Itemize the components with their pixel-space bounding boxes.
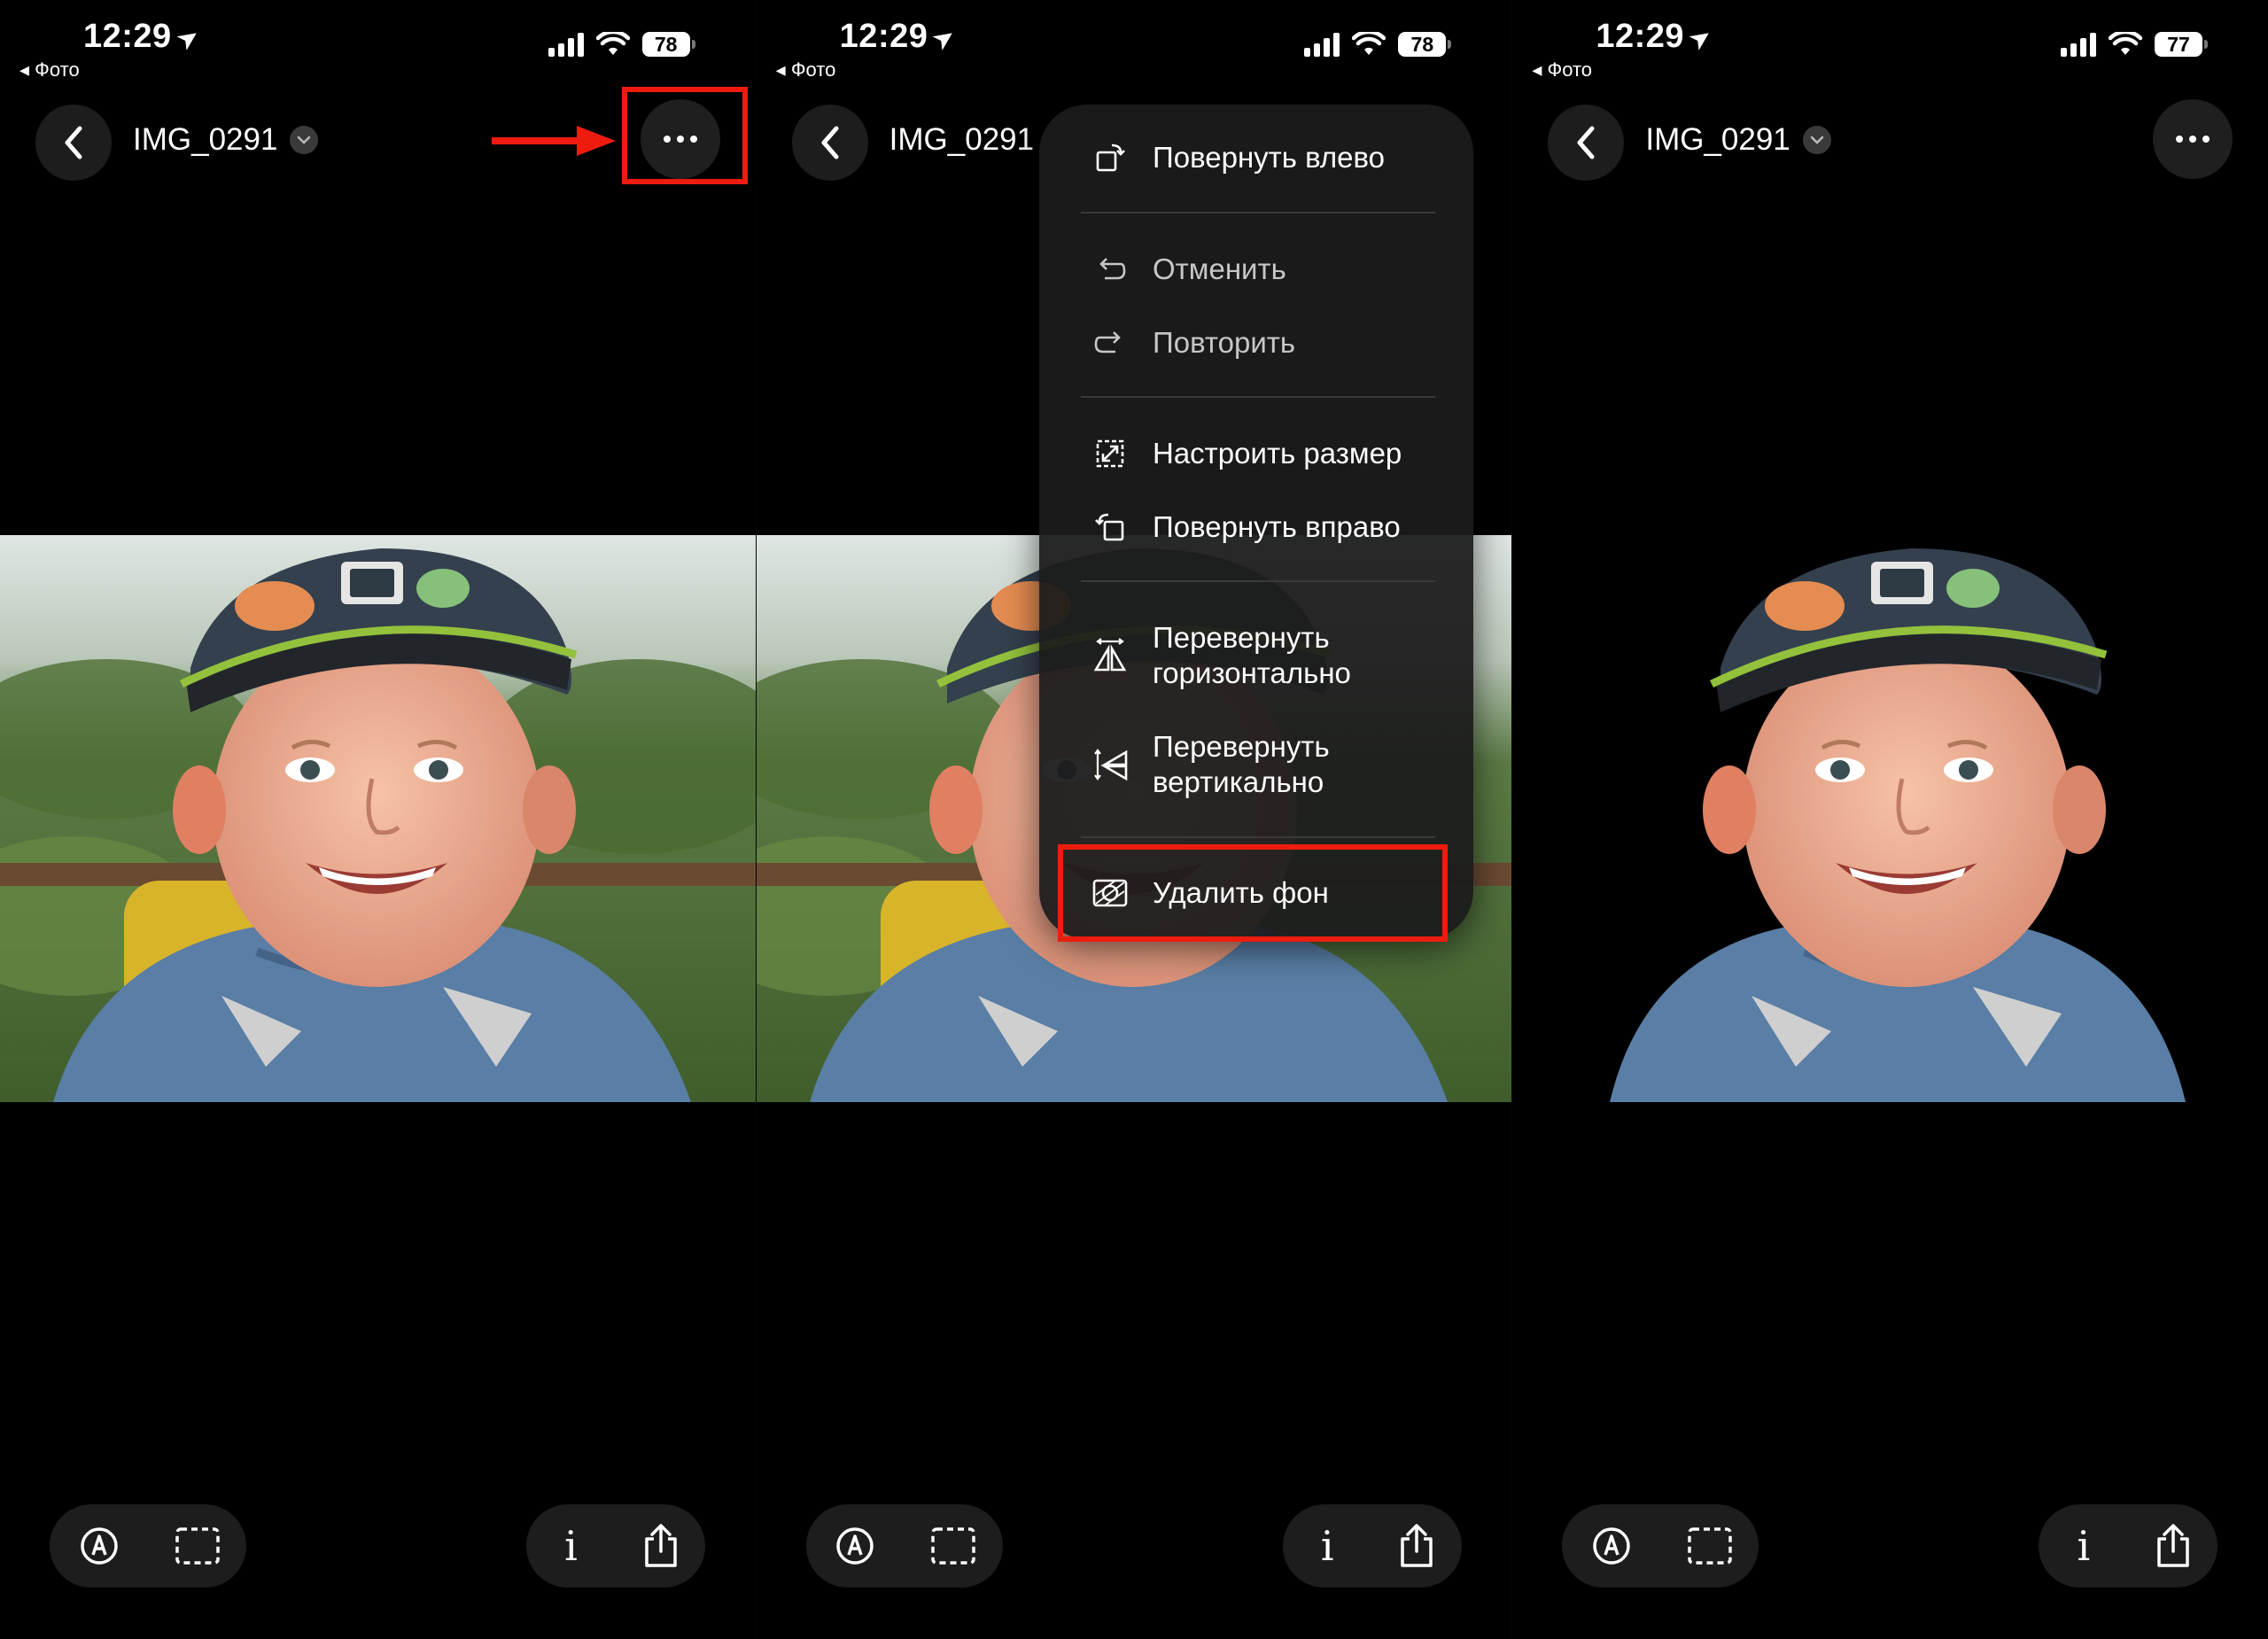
markup-icon bbox=[836, 1527, 874, 1565]
back-button[interactable] bbox=[1548, 105, 1625, 181]
menu-separator bbox=[1081, 580, 1435, 582]
menu-item-rotate-left[interactable]: Повернуть влево bbox=[1092, 140, 1385, 175]
selection-icon bbox=[931, 1527, 975, 1565]
wifi-icon bbox=[2109, 32, 2143, 55]
title-dropdown[interactable]: IMG_0291 bbox=[133, 122, 319, 158]
photo bbox=[0, 535, 756, 1102]
flip-vertical-icon bbox=[1092, 747, 1128, 782]
resize-icon bbox=[1092, 436, 1128, 471]
panel-1: 12:29➤ ◂ Фото 78 IMG_0291 i bbox=[0, 0, 756, 1639]
cellular-signal-icon bbox=[2061, 32, 2097, 57]
location-arrow-icon: ➤ bbox=[927, 19, 963, 58]
wifi-icon bbox=[595, 32, 630, 55]
menu-separator bbox=[1081, 396, 1435, 398]
chevron-left-icon bbox=[821, 126, 839, 159]
info-button[interactable]: i bbox=[1296, 1515, 1358, 1577]
location-arrow-icon: ➤ bbox=[1682, 19, 1719, 58]
title-dropdown[interactable]: IMG_0291 bbox=[889, 122, 1034, 158]
back-button[interactable] bbox=[35, 105, 112, 181]
boy-photo-image bbox=[0, 535, 756, 1102]
battery-icon: 78 bbox=[1398, 32, 1452, 57]
wifi-icon bbox=[1352, 32, 1386, 55]
chevron-left-icon bbox=[65, 126, 82, 159]
share-icon bbox=[644, 1524, 677, 1567]
selection-icon bbox=[1688, 1527, 1732, 1565]
status-icons: 77 bbox=[2061, 32, 2209, 57]
battery-icon: 77 bbox=[2155, 32, 2209, 57]
selection-button[interactable] bbox=[167, 1515, 229, 1577]
menu-item-rotate-right[interactable]: Повернуть вправо bbox=[1092, 509, 1401, 545]
status-icons: 78 bbox=[548, 32, 695, 57]
page-title: IMG_0291 bbox=[889, 122, 1035, 157]
share-icon bbox=[1401, 1524, 1433, 1567]
highlight-box-more bbox=[622, 87, 748, 184]
undo-icon bbox=[1092, 252, 1128, 287]
share-button[interactable] bbox=[630, 1515, 692, 1577]
rotate-left-icon bbox=[1092, 140, 1128, 175]
markup-button[interactable] bbox=[1581, 1515, 1643, 1577]
back-to-app-link[interactable]: ◂ Фото bbox=[776, 58, 836, 82]
panel-3: 12:29➤ ◂ Фото 77 IMG_0291 i bbox=[1511, 0, 2268, 1639]
flip-horizontal-icon bbox=[1092, 638, 1128, 673]
location-arrow-icon: ➤ bbox=[170, 19, 206, 58]
edit-toolbar bbox=[1562, 1504, 1759, 1588]
title-dropdown[interactable]: IMG_0291 bbox=[1645, 122, 1831, 158]
chevron-down-icon bbox=[1802, 126, 1831, 154]
info-share-toolbar: i bbox=[526, 1504, 705, 1588]
status-time: 12:29➤ bbox=[83, 18, 206, 58]
info-share-toolbar: i bbox=[2039, 1504, 2218, 1588]
selection-icon bbox=[175, 1527, 220, 1565]
info-button[interactable]: i bbox=[2053, 1515, 2115, 1577]
photo-background-removed bbox=[1512, 535, 2268, 1102]
selection-button[interactable] bbox=[1679, 1515, 1741, 1577]
more-options-button[interactable] bbox=[2153, 99, 2233, 179]
markup-button[interactable] bbox=[824, 1515, 886, 1577]
boy-cutout-image bbox=[1512, 535, 2268, 1102]
cellular-signal-icon bbox=[548, 32, 584, 57]
info-button[interactable]: i bbox=[540, 1515, 602, 1577]
edit-toolbar bbox=[805, 1504, 1003, 1588]
page-title: IMG_0291 bbox=[1645, 122, 1790, 157]
back-button[interactable] bbox=[791, 105, 868, 181]
battery-icon: 78 bbox=[641, 32, 695, 57]
rotate-right-icon bbox=[1092, 509, 1128, 545]
info-icon: i bbox=[2077, 1522, 2091, 1570]
back-to-app-link[interactable]: ◂ Фото bbox=[19, 58, 80, 82]
menu-item-flip-horizontal[interactable]: Перевернуть горизонтально bbox=[1092, 620, 1351, 691]
chevron-down-icon bbox=[290, 126, 319, 154]
info-icon: i bbox=[564, 1522, 578, 1570]
menu-item-flip-vertical[interactable]: Перевернуть вертикально bbox=[1092, 729, 1330, 800]
share-button[interactable] bbox=[2142, 1515, 2204, 1577]
markup-icon bbox=[80, 1527, 118, 1565]
context-menu: Повернуть влево Отменить Повторить Настр… bbox=[1039, 105, 1473, 939]
menu-item-undo[interactable]: Отменить bbox=[1092, 252, 1286, 287]
share-icon bbox=[2157, 1524, 2189, 1567]
status-icons: 78 bbox=[1304, 32, 1452, 57]
markup-icon bbox=[1593, 1527, 1630, 1565]
menu-separator bbox=[1081, 212, 1435, 214]
info-share-toolbar: i bbox=[1282, 1504, 1462, 1588]
menu-item-redo[interactable]: Повторить bbox=[1092, 325, 1295, 361]
redo-icon bbox=[1092, 325, 1128, 361]
markup-button[interactable] bbox=[68, 1515, 130, 1577]
page-title: IMG_0291 bbox=[133, 122, 278, 157]
menu-separator bbox=[1081, 836, 1435, 838]
status-time: 12:29➤ bbox=[1596, 18, 1719, 58]
back-to-app-link[interactable]: ◂ Фото bbox=[1532, 58, 1592, 82]
info-icon: i bbox=[1320, 1522, 1334, 1570]
red-arrow-annotation bbox=[492, 126, 616, 156]
status-time: 12:29➤ bbox=[839, 18, 963, 58]
share-button[interactable] bbox=[1386, 1515, 1448, 1577]
chevron-left-icon bbox=[1577, 126, 1595, 159]
menu-item-resize[interactable]: Настроить размер bbox=[1092, 436, 1402, 471]
cellular-signal-icon bbox=[1304, 32, 1340, 57]
highlight-box-remove-background bbox=[1058, 844, 1448, 942]
selection-button[interactable] bbox=[922, 1515, 984, 1577]
edit-toolbar bbox=[50, 1504, 246, 1588]
